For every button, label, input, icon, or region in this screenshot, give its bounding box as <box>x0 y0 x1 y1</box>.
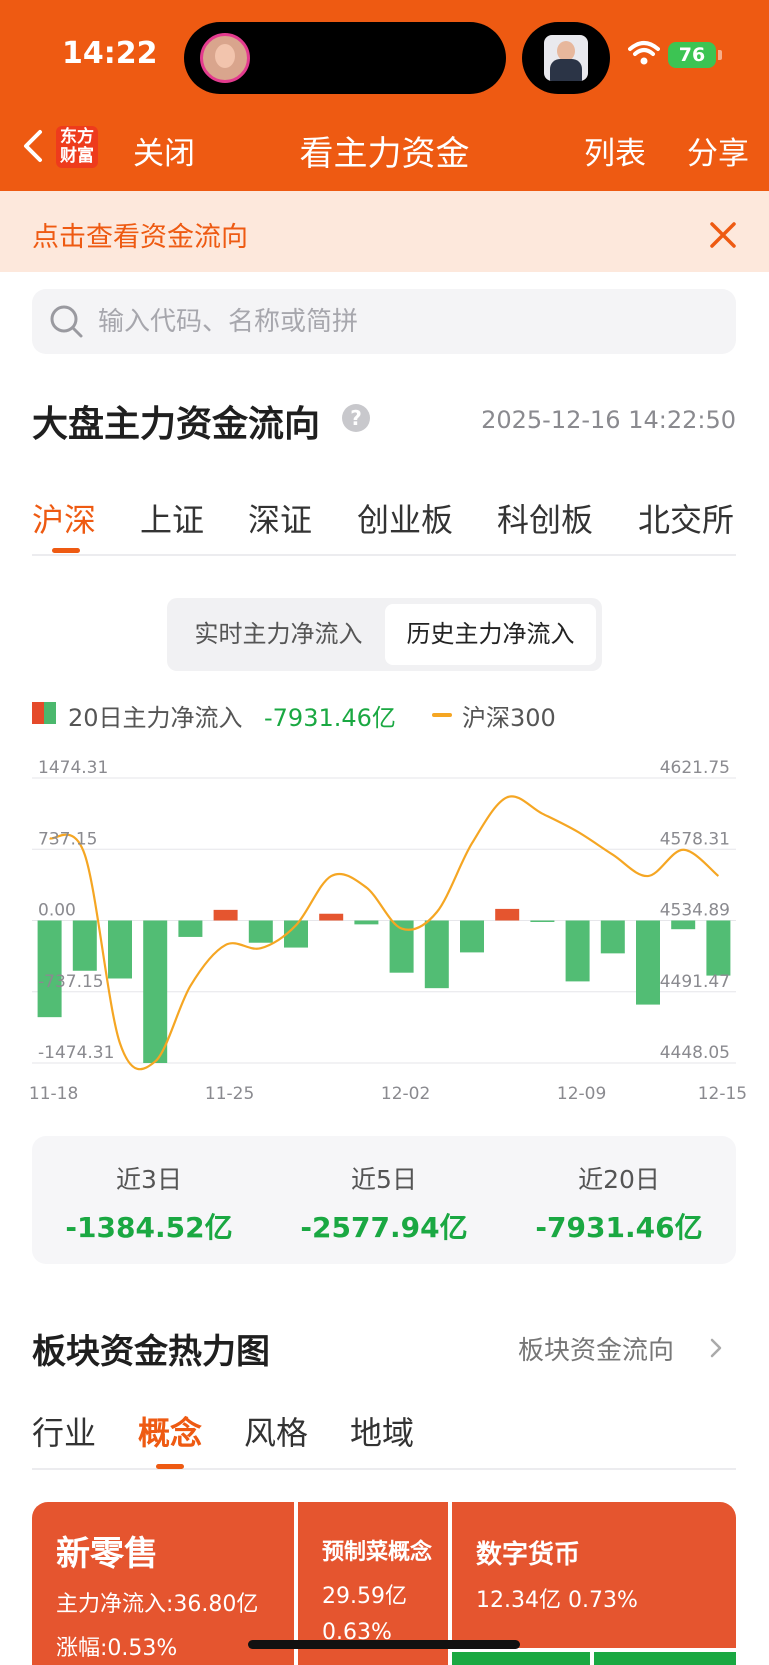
heat-cell-digital-currency[interactable]: 数字货币 12.34亿 0.73% <box>452 1502 736 1648</box>
search-bar[interactable] <box>32 289 736 354</box>
live-avatar <box>200 33 250 83</box>
y-right-tick-label: 4534.89 <box>660 901 730 921</box>
flow-bar <box>424 920 449 989</box>
flow-bar <box>72 920 97 971</box>
section-title: 大盘主力资金流向 <box>32 404 321 445</box>
tab-region[interactable]: 地域 <box>350 1408 414 1454</box>
segment-history[interactable]: 历史主力净流入 <box>385 604 596 665</box>
segment-realtime[interactable]: 实时主力净流入 <box>173 604 384 665</box>
tab-chinext[interactable]: 创业板 <box>357 495 453 541</box>
active-tab-indicator <box>156 1464 184 1469</box>
heatmap-title: 板块资金热力图 <box>32 1332 270 1372</box>
x-tick-label: 11-18 <box>29 1084 78 1104</box>
tab-shanghai[interactable]: 上证 <box>140 495 204 541</box>
wifi-icon <box>628 41 660 65</box>
active-tab-indicator <box>52 548 80 553</box>
update-timestamp: 2025-12-16 14:22:50 <box>481 406 736 434</box>
y-left-tick-label: 737.15 <box>38 829 97 849</box>
flow-bar <box>565 920 590 982</box>
flow-bar <box>108 920 132 979</box>
dynamic-island[interactable] <box>184 22 506 94</box>
line-legend-label: 沪深300 <box>462 704 556 732</box>
tab-style[interactable]: 风格 <box>244 1408 308 1454</box>
y-left-tick-label: 0.00 <box>38 901 76 921</box>
x-tick-label: 11-25 <box>205 1084 254 1104</box>
cell-name: 数字货币 <box>476 1540 581 1570</box>
y-left-tick-label: -737.15 <box>38 972 104 992</box>
fund-flow-chart[interactable]: 1474.31 737.15 0.00 -737.15 -1474.31 4621.75 4… <box>0 745 769 1105</box>
top-bar: 14:22 76 东方 财富 关闭 看主力资金 列表 分享 <box>0 0 769 191</box>
flow-bar <box>143 920 168 1063</box>
close-icon[interactable] <box>708 220 738 250</box>
tab-hushen[interactable]: 沪深 <box>32 495 96 541</box>
summary-value: -7931.46亿 <box>535 1211 703 1244</box>
list-button[interactable]: 列表 <box>584 128 646 173</box>
status-time: 14:22 <box>62 36 158 71</box>
summary-label: 近3日 <box>116 1165 182 1194</box>
share-button[interactable]: 分享 <box>687 128 749 173</box>
flow-bar <box>178 920 203 937</box>
help-icon[interactable]: ? <box>342 404 370 432</box>
cell-inflow: 主力净流入:36.80亿 <box>56 1592 259 1617</box>
market-tabs: 沪深 上证 深证 创业板 科创板 北交所 <box>32 495 736 556</box>
search-input[interactable] <box>98 289 698 354</box>
banner-text[interactable]: 点击查看资金流向 <box>32 215 248 254</box>
x-tick-label: 12-02 <box>381 1084 430 1104</box>
heat-cell[interactable] <box>452 1652 590 1665</box>
y-left-tick-label: 1474.31 <box>38 758 108 778</box>
line-legend-swatch <box>432 713 452 717</box>
home-indicator <box>248 1640 520 1649</box>
heat-cell[interactable] <box>594 1652 736 1665</box>
bar-legend-label: 20日主力净流入 <box>68 704 243 732</box>
live-activity-pill[interactable] <box>522 22 610 94</box>
flow-bar <box>248 920 273 943</box>
flow-bar <box>636 920 660 1005</box>
flow-bar <box>706 920 731 976</box>
sector-flow-link[interactable]: 板块资金流向 <box>518 1330 674 1367</box>
page-title: 看主力资金 <box>299 134 470 174</box>
flow-bar <box>530 920 555 922</box>
period-summary: 近3日 -1384.52亿 近5日 -2577.94亿 近20日 -7931.4… <box>32 1136 736 1264</box>
tab-industry[interactable]: 行业 <box>32 1408 96 1454</box>
chevron-right-icon[interactable] <box>708 1336 724 1360</box>
cell-inflow: 12.34亿 0.73% <box>476 1588 638 1613</box>
summary-label: 近20日 <box>578 1165 660 1194</box>
flow-bar <box>213 909 238 921</box>
summary-label: 近5日 <box>351 1165 417 1194</box>
bar-legend-value: -7931.46亿 <box>264 704 396 732</box>
profile-avatar <box>544 35 588 81</box>
heatmap-tabs: 行业 概念 风格 地域 <box>32 1404 736 1470</box>
flow-bar <box>354 920 379 925</box>
battery-icon: 76 <box>668 42 722 68</box>
tab-shenzhen[interactable]: 深证 <box>248 495 312 541</box>
app-screen: 14:22 76 东方 财富 关闭 看主力资金 列表 分享 点击查看资金流向 输… <box>0 0 769 1665</box>
cell-name: 预制菜概念 <box>322 1540 433 1565</box>
search-icon <box>50 305 83 338</box>
summary-value: -2577.94亿 <box>300 1211 468 1244</box>
tab-beijing[interactable]: 北交所 <box>638 495 734 541</box>
x-tick-label: 12-15 <box>698 1084 747 1104</box>
bar-legend-swatch <box>32 702 56 724</box>
cell-inflow: 29.59亿 <box>322 1584 407 1609</box>
flow-mode-toggle: 实时主力净流入 历史主力净流入 <box>167 598 602 671</box>
flow-bar <box>671 920 696 930</box>
flow-bar <box>495 908 520 921</box>
flow-bar <box>600 920 625 954</box>
cell-change: 涨幅:0.53% <box>56 1636 178 1661</box>
tab-star-market[interactable]: 科创板 <box>497 495 593 541</box>
y-right-tick-label: 4621.75 <box>660 758 730 778</box>
cell-name: 新零售 <box>56 1534 158 1574</box>
x-tick-label: 12-09 <box>557 1084 606 1104</box>
flow-bar <box>319 913 344 921</box>
flow-bar <box>460 920 484 953</box>
tab-concept[interactable]: 概念 <box>138 1408 202 1454</box>
y-left-tick-label: -1474.31 <box>38 1043 114 1063</box>
flow-bar <box>37 920 62 1018</box>
y-right-tick-label: 4578.31 <box>660 829 730 849</box>
y-right-tick-label: 4448.05 <box>660 1043 730 1063</box>
summary-value: -1384.52亿 <box>65 1211 233 1244</box>
y-right-tick-label: 4491.47 <box>660 972 730 992</box>
notice-banner[interactable]: 点击查看资金流向 <box>0 191 769 272</box>
